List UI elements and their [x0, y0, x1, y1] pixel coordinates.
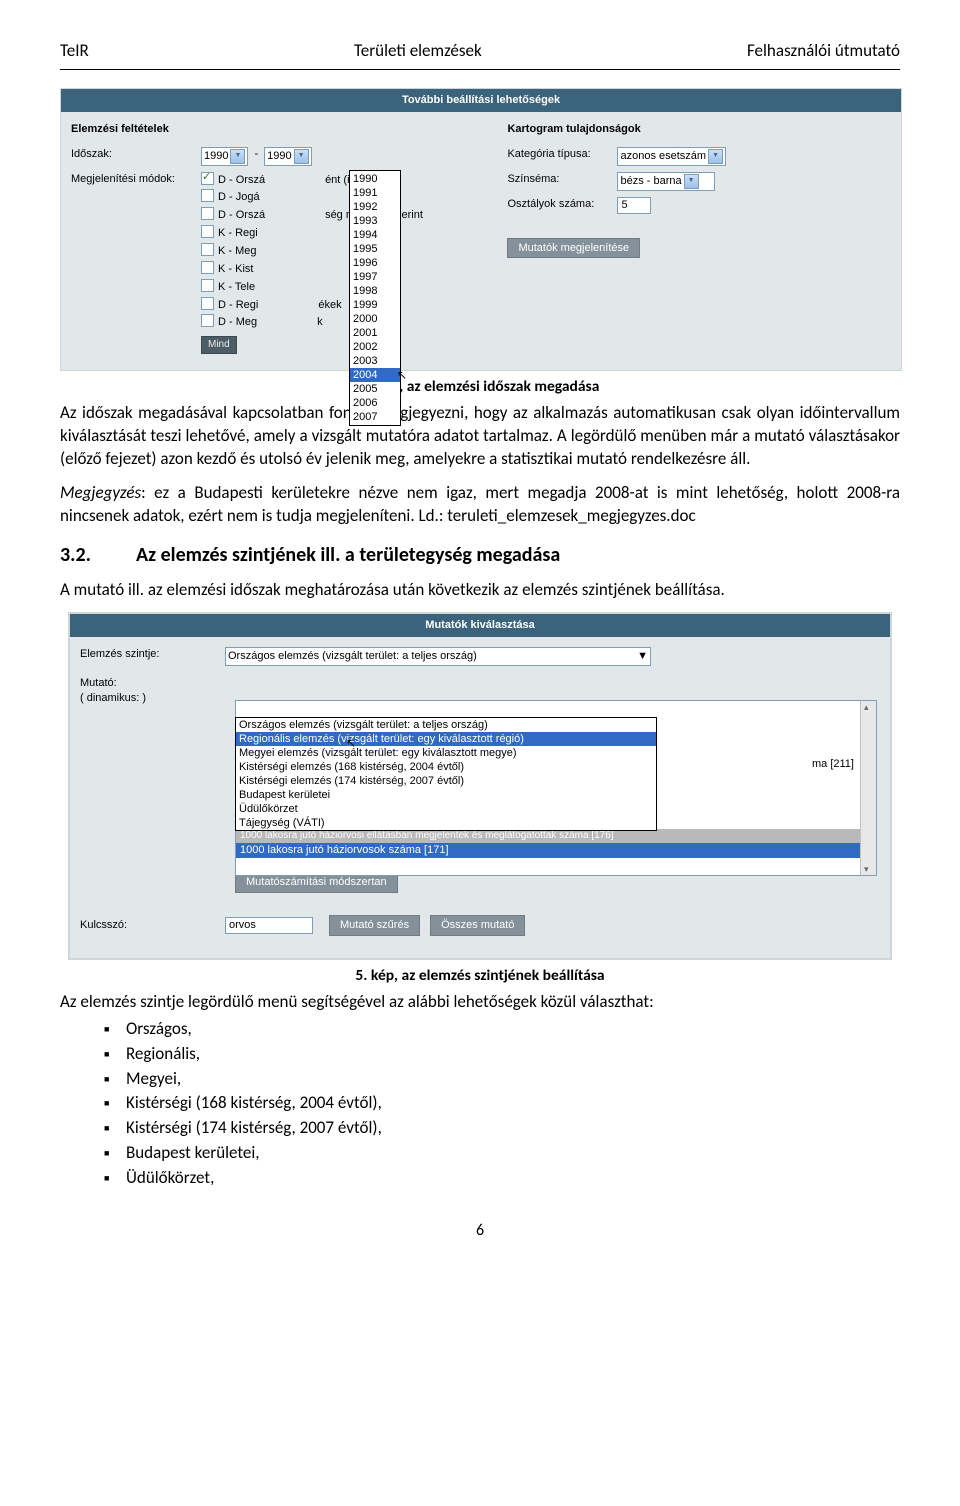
checkbox[interactable]	[201, 261, 214, 274]
paragraph-1b: Megjegyzés: ez a Budapesti kerületekre n…	[60, 482, 900, 528]
cursor-icon: ↖	[397, 367, 407, 383]
header-rule	[60, 69, 900, 70]
list-item[interactable]: 1000 lakosra jutó háziorvosi ellátásban …	[236, 829, 860, 843]
figure-5-caption: 5. kép, az elemzés szintjének beállítása	[60, 966, 900, 987]
note-prefix: Megjegyzés	[60, 482, 141, 503]
idoszak-label: Időszak:	[71, 147, 201, 162]
cursor-icon: ↖	[346, 735, 356, 751]
chevron-down-icon: ▼	[708, 149, 723, 164]
checkbox[interactable]	[201, 279, 214, 292]
scrollbar[interactable]	[860, 701, 876, 875]
checkbox[interactable]	[201, 207, 214, 220]
options-list: Országos, Regionális, Megyei, Kistérségi…	[104, 1018, 900, 1191]
list-item: Országos,	[104, 1018, 900, 1041]
keyword-label: Kulcsszó:	[80, 918, 225, 933]
chevron-down-icon: ▼	[637, 649, 648, 664]
modok-label: Megjelenítési módok:	[71, 172, 201, 187]
screenshot-2: Mutatók kiválasztása Elemzés szintje: Or…	[68, 612, 892, 960]
list-item: Regionális,	[104, 1043, 900, 1066]
chevron-down-icon: ▼	[684, 174, 699, 189]
chevron-down-icon: ▼	[230, 149, 245, 164]
paragraph-2: A mutató ill. az elemzési időszak meghat…	[60, 579, 900, 602]
keyword-input[interactable]: orvos	[225, 917, 313, 934]
panel-title-bar-2: Mutatók kiválasztása	[70, 614, 890, 637]
osztalyok-label: Osztályok száma:	[507, 197, 617, 212]
panel-title-bar: További beállítási lehetőségek	[61, 89, 901, 112]
figure-4-caption: 4. kép, az elemzési időszak megadása	[60, 377, 900, 398]
show-indicators-button[interactable]: Mutatók megjelenítése	[507, 238, 640, 259]
paragraph-1: Az időszak megadásával kapcsolatban font…	[60, 402, 900, 471]
screenshot-1: További beállítási lehetőségek Elemzési …	[60, 88, 902, 371]
year-from-select[interactable]: 1990▼	[201, 147, 248, 166]
list-item: Megyei,	[104, 1068, 900, 1091]
dash: -	[248, 147, 264, 162]
szint-label: Elemzés szintje:	[80, 647, 225, 662]
checkbox[interactable]	[201, 189, 214, 202]
header-right: Felhasználói útmutató	[747, 40, 900, 63]
heading-3-2: 3.2.Az elemzés szintjének ill. a terület…	[60, 542, 900, 569]
level-dropdown-list[interactable]: Országos elemzés (vizsgált terület: a te…	[235, 717, 657, 831]
kategoria-label: Kategória típusa:	[507, 147, 617, 162]
checkbox[interactable]	[201, 172, 214, 185]
chevron-down-icon: ▼	[294, 149, 309, 164]
right-subheading: Kartogram tulajdonságok	[507, 122, 887, 137]
header-left: TeIR	[60, 40, 89, 63]
page-number: 6	[60, 1220, 900, 1242]
checkbox[interactable]	[201, 243, 214, 256]
checkbox[interactable]	[201, 297, 214, 310]
paragraph-3: Az elemzés szintje legördülő menü segíts…	[60, 991, 900, 1014]
dinamikus-label: ( dinamikus: )	[80, 691, 146, 706]
header-center: Területi elemzések	[354, 40, 482, 63]
left-subheading: Elemzési feltételek	[71, 122, 507, 137]
filter-button[interactable]: Mutató szűrés	[329, 915, 420, 936]
all-indicators-button[interactable]: Összes mutató	[430, 915, 525, 936]
list-item: Budapest kerületei,	[104, 1142, 900, 1165]
checkbox[interactable]	[201, 314, 214, 327]
list-item-selected[interactable]: 1000 lakosra jutó háziorvosok száma [171…	[236, 843, 860, 858]
list-item: Kistérségi (174 kistérség, 2007 évtől),	[104, 1117, 900, 1140]
mind-button[interactable]: Mind	[201, 336, 237, 354]
mutato-label: Mutató:	[80, 676, 146, 691]
kategoria-select[interactable]: azonos esetszám▼	[617, 147, 726, 166]
osztalyok-input[interactable]: 5	[617, 197, 651, 214]
list-item: Kistérségi (168 kistérség, 2004 évtől),	[104, 1092, 900, 1115]
szinsema-label: Színséma:	[507, 172, 617, 187]
list-item: Üdülőkörzet,	[104, 1167, 900, 1190]
page-header: TeIR Területi elemzések Felhasználói útm…	[60, 40, 900, 63]
year-dropdown-list[interactable]: 1990 1991 1992 1993 1994 1995 1996 1997 …	[349, 170, 401, 426]
year-to-select[interactable]: 1990▼	[264, 147, 311, 166]
checkbox[interactable]	[201, 225, 214, 238]
analysis-level-select[interactable]: Országos elemzés (vizsgált terület: a te…	[225, 647, 651, 666]
szinsema-select[interactable]: bézs - barna▼	[617, 172, 715, 191]
